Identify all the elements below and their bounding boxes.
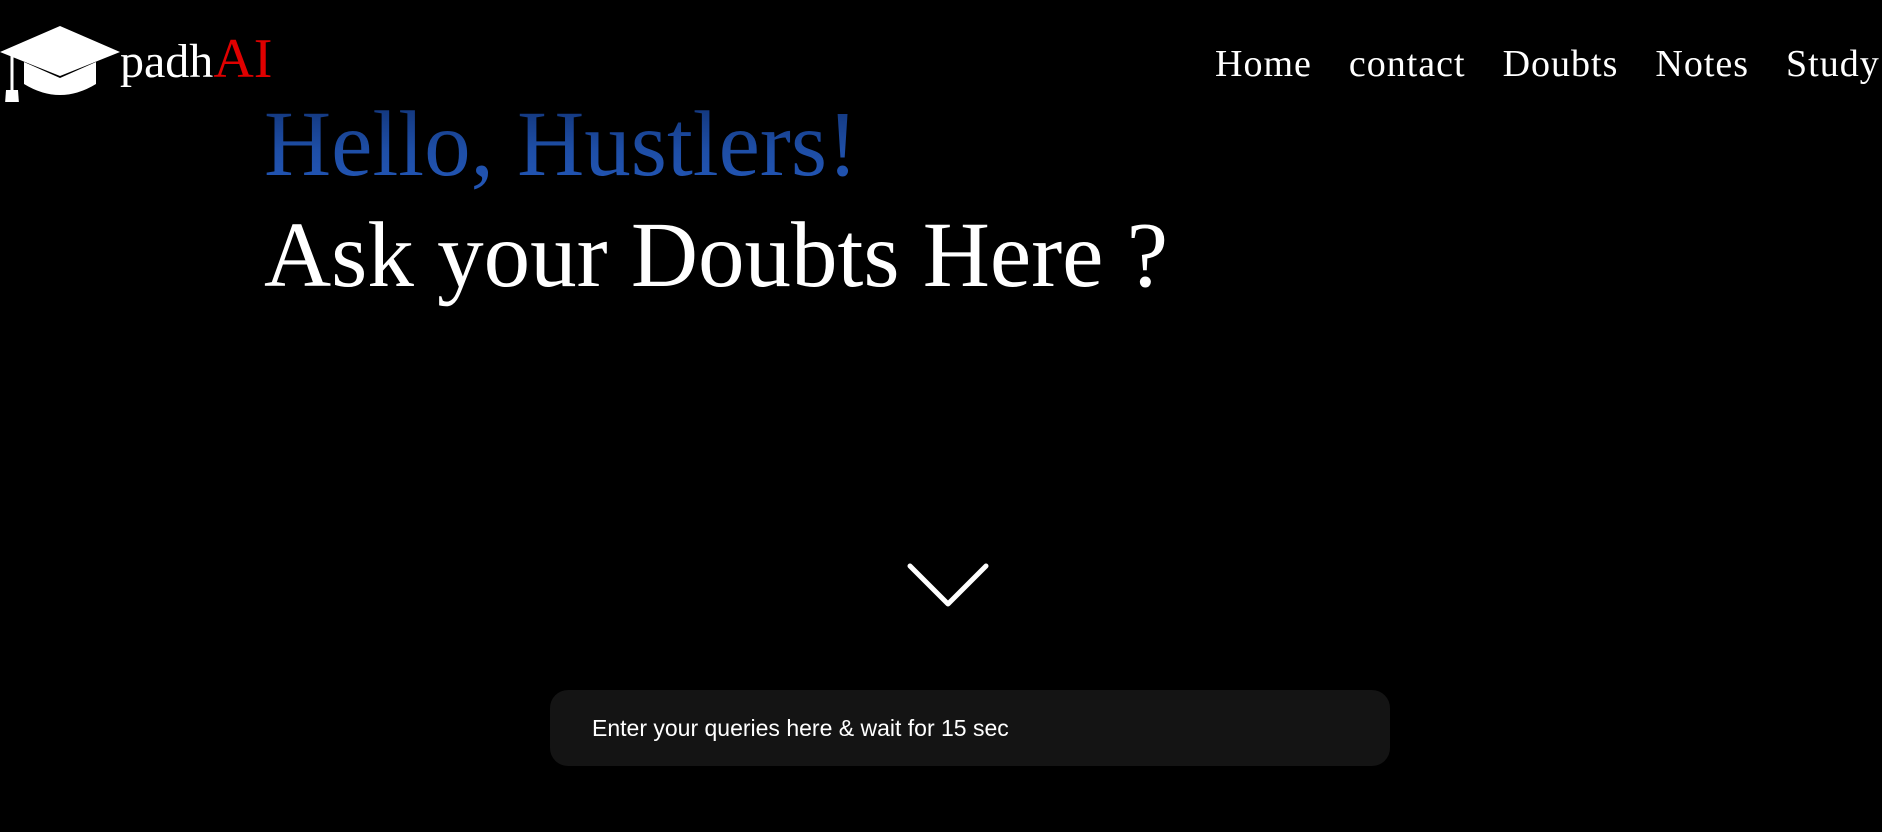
nav-doubts[interactable]: Doubts xyxy=(1503,38,1619,90)
hero-title: Ask your Doubts Here ? xyxy=(264,204,1168,307)
nav-study[interactable]: Study xyxy=(1786,38,1880,90)
brand-name-main: padh xyxy=(120,35,214,88)
query-box xyxy=(550,690,1390,766)
nav-notes[interactable]: Notes xyxy=(1655,38,1749,90)
query-input[interactable] xyxy=(590,713,1350,743)
hero-greeting: Hello, Hustlers! xyxy=(264,93,859,196)
brand-logo[interactable]: padhAI xyxy=(0,22,272,102)
brand-name: padhAI xyxy=(120,31,272,87)
nav-home[interactable]: Home xyxy=(1215,38,1312,90)
graduation-cap-icon xyxy=(0,26,120,102)
main-nav: Home contact Doubts Notes Study xyxy=(1215,38,1882,90)
nav-contact[interactable]: contact xyxy=(1349,38,1466,90)
chevron-down-icon[interactable] xyxy=(906,560,990,612)
brand-name-accent: AI xyxy=(213,28,273,90)
